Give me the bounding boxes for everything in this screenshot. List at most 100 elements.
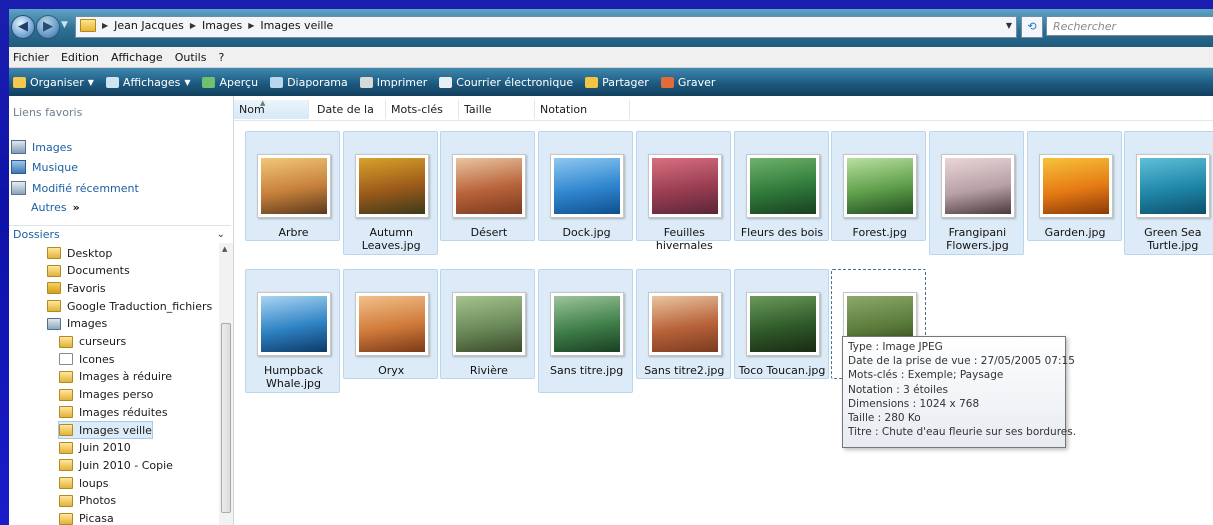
folder-tree-item[interactable]: Juin 2010 - Copie [59,457,173,473]
file-item[interactable]: Autumn Leaves.jpg [342,131,438,255]
breadcrumb-item[interactable]: Jean Jacques [114,19,184,32]
menu-fichier[interactable]: Fichier [13,51,49,64]
tooltip-line: Type : Image JPEG [848,341,943,353]
file-item[interactable]: Toco Toucan.jpg [733,269,829,379]
menu-outils[interactable]: Outils [175,51,207,64]
folder-tree-item[interactable]: Google Traduction_fichiers [47,298,212,314]
toolbar-button-email[interactable]: Courrier électronique [439,76,573,89]
image-thumbnail [745,154,820,218]
favorite-link-images[interactable]: Images [11,140,72,154]
file-item[interactable]: Humpback Whale.jpg [245,269,340,393]
folder-tree-label: Photos [79,494,117,508]
folder-tree-item[interactable]: Icones [59,351,115,367]
folder-tree-item[interactable]: Images perso [59,387,153,403]
search-input[interactable]: Rechercher [1046,16,1213,36]
column-header-name[interactable]: ▲ Nom [234,99,309,119]
file-item[interactable]: Sans titre.jpg [538,269,634,393]
breadcrumb-separator-icon[interactable]: ▶ [190,21,196,30]
file-item[interactable]: Sans titre2.jpg [635,269,731,379]
file-name: Frangipani Flowers.jpg [946,226,1009,252]
forward-button[interactable]: ▶ [36,15,60,39]
file-item[interactable]: Rivière [440,269,536,379]
file-item[interactable]: Feuilles hivernales [635,131,731,252]
file-item[interactable]: Fleurs des bois [733,131,829,241]
breadcrumb[interactable]: ▶ Jean Jacques ▶ Images ▶ Images veille … [75,16,1017,38]
file-item[interactable]: Dock.jpg [538,131,634,241]
image-thumbnail [452,292,527,356]
image-thumbnail [647,292,722,356]
folder-tree-item[interactable]: loups [59,475,108,491]
toolbar-button-views[interactable]: Affichages ▼ [105,76,190,89]
favorite-link-label: Images [32,140,73,154]
folder-tree-item[interactable]: Desktop [47,245,112,261]
toolbar-button-label: Graver [677,75,716,89]
folder-tree-item[interactable]: Images veille [58,421,153,439]
folder-tree-item[interactable]: Images à réduire [59,369,172,385]
toolbar-button-preview[interactable]: Aperçu [202,76,258,89]
folder-tree-item[interactable]: Picasa [59,511,114,525]
file-item[interactable]: Green Sea Turtle.jpg [1124,131,1213,255]
toolbar-button-label: Organiser [30,75,84,89]
file-item[interactable]: Garden.jpg [1026,131,1122,241]
recent-pages-dropdown-icon[interactable]: ▼ [61,20,68,30]
column-header-keywords[interactable]: Mots-clés [386,100,459,119]
folder-icon [59,459,73,472]
folder-tree-item[interactable]: Documents [47,263,130,279]
scroll-up-icon[interactable]: ▲ [222,245,227,253]
music-icon [11,160,26,174]
column-header-rating[interactable]: Notation [535,100,630,119]
favorite-link-label: Musique [32,160,78,174]
folder-tree-label: Icones [79,352,115,366]
menu-edition[interactable]: Edition [61,51,99,64]
folder-tree-item[interactable]: Favoris [47,280,106,296]
back-button[interactable]: ◀ [11,15,35,39]
chevron-down-icon: ▼ [87,77,94,87]
chevron-down-icon[interactable]: ⌄ [217,229,225,240]
file-name: Green Sea Turtle.jpg [1144,226,1202,252]
column-header-date[interactable]: Date de la ... [312,100,386,135]
file-item[interactable]: Forest.jpg [831,131,927,241]
file-name: Garden.jpg [1044,226,1106,239]
file-name: Feuilles hivernales [655,226,713,252]
file-item[interactable]: Arbre [245,131,340,241]
folder-tree-item[interactable]: curseurs [59,334,126,350]
toolbar-button-share[interactable]: Partager [585,76,649,89]
folder-tree-item[interactable]: Images réduites [59,404,168,420]
breadcrumb-separator-icon[interactable]: ▶ [248,21,254,30]
pictures-icon [47,317,61,330]
file-name: Oryx [378,364,405,377]
folder-tree-label: Images veille [79,423,152,437]
file-name: Désert [470,226,508,239]
file-name: Sans titre2.jpg [644,364,725,377]
toolbar-button-organize[interactable]: Organiser ▼ [13,76,94,89]
favorites-icon [47,282,61,295]
file-item[interactable]: Désert [440,131,536,241]
refresh-button[interactable]: ⟲ [1021,16,1043,38]
folder-icon [59,335,73,348]
breadcrumb-separator-icon[interactable]: ▶ [102,21,108,30]
folder-tree-item[interactable]: Juin 2010 [59,440,131,456]
toolbar-button-burn[interactable]: Graver [660,75,716,89]
folder-tree-item[interactable]: Images [47,316,107,332]
favorite-link-music[interactable]: Musique [11,160,78,174]
image-thumbnail [257,292,331,356]
folder-tree-scrollbar[interactable]: ▲ [219,243,233,525]
breadcrumb-item[interactable]: Images [202,19,242,32]
address-dropdown-icon[interactable]: ▼ [1006,21,1012,30]
menu-help[interactable]: ? [218,51,224,64]
file-item[interactable]: Frangipani Flowers.jpg [928,131,1024,255]
file-item[interactable]: Oryx [342,269,438,379]
folders-header[interactable]: Dossiers ⌄ [9,225,231,243]
document-folder-icon [59,353,73,366]
folder-tree-label: loups [79,476,109,490]
more-links-label: Autres [31,201,67,214]
toolbar-button-slideshow[interactable]: Diaporama [270,76,348,89]
breadcrumb-item[interactable]: Images veille [260,19,333,32]
column-header-size[interactable]: Taille [459,100,535,119]
scrollbar-thumb[interactable] [221,323,231,513]
favorite-link-recent[interactable]: Modifié récemment [11,181,139,195]
menu-affichage[interactable]: Affichage [111,51,163,64]
more-links-button[interactable]: Autres » [31,201,80,214]
folder-tree-item[interactable]: Photos [59,493,116,509]
toolbar-button-print[interactable]: Imprimer [359,76,427,89]
